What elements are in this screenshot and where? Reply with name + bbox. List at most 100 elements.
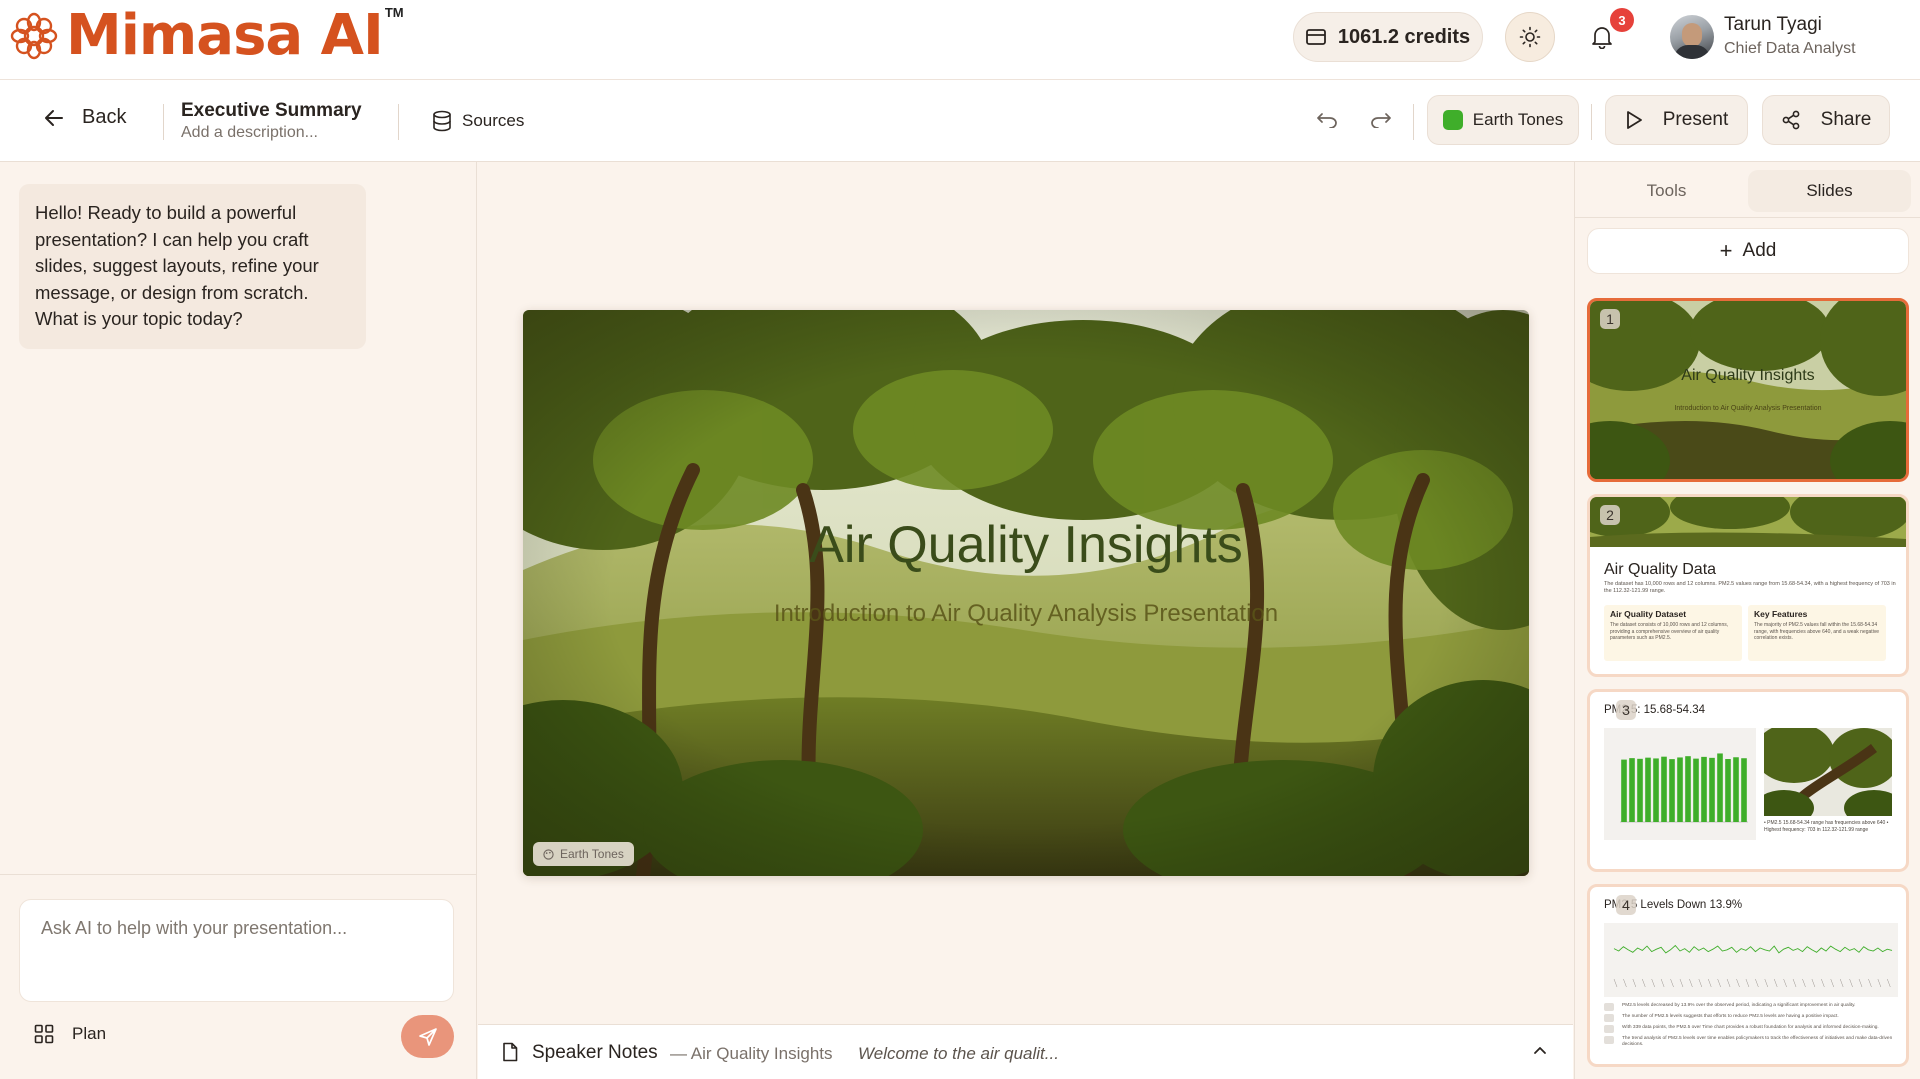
list-item: PM2.5 levels decreased by 13.9% over the… [1604, 1003, 1898, 1011]
theme-swatch-icon [1442, 110, 1463, 130]
thumb-title: Air Quality Data [1604, 561, 1717, 578]
pm25-trend-line-chart [1604, 923, 1898, 997]
main-slide[interactable]: Air Quality Insights Introduction to Air… [523, 310, 1529, 876]
theme-toggle-button[interactable] [1505, 12, 1555, 62]
toolbar-divider [163, 104, 164, 140]
add-slide-button[interactable]: + Add [1587, 228, 1909, 274]
speaker-notes-bar[interactable]: Speaker Notes — Air Quality Insights Wel… [478, 1024, 1573, 1079]
chevron-up-icon[interactable] [1532, 1042, 1548, 1058]
x-tick [1623, 978, 1627, 988]
editor-toolbar: Back Executive Summary Add a description… [0, 80, 1920, 162]
send-icon [418, 1027, 437, 1046]
thumb-text: The dataset has 10,000 rows and 12 colum… [1604, 581, 1896, 594]
x-tick [1830, 978, 1834, 988]
back-button[interactable]: Back [44, 106, 126, 129]
slide-thumbnail-3[interactable]: 3 PM2.5: 15.68-54.34 • PM2.5 15.68-54.34… [1587, 689, 1909, 872]
theme-selector-button[interactable]: Earth Tones [1427, 95, 1579, 145]
back-label: Back [82, 106, 127, 128]
slide-title[interactable]: Air Quality Insights [523, 515, 1529, 575]
chat-input[interactable]: Ask AI to help with your presentation... [19, 899, 454, 1002]
avatar[interactable] [1670, 15, 1714, 59]
credits-button[interactable]: 1061.2 credits [1293, 12, 1483, 62]
chart-bar [1733, 757, 1739, 822]
bullet-icon [1604, 1014, 1614, 1022]
bell-icon [1592, 27, 1612, 49]
redo-button[interactable] [1370, 110, 1392, 133]
credit-card-icon [1305, 29, 1326, 45]
toolbar-divider [398, 104, 399, 140]
brand-logo[interactable]: Mimasa AI TM [10, 5, 404, 66]
x-tick [1689, 978, 1693, 988]
theme-label: Earth Tones [1472, 110, 1564, 129]
chart-bar [1685, 756, 1691, 822]
slide-number: 1 [1600, 309, 1620, 329]
plan-button[interactable]: Plan [34, 1024, 106, 1044]
undo-button[interactable] [1316, 110, 1338, 133]
thumb-card-text: The dataset consists of 10,000 rows and … [1610, 622, 1729, 641]
x-tick [1755, 978, 1759, 988]
thumb-card: Air Quality Dataset The dataset consists… [1604, 605, 1742, 661]
redo-icon [1371, 113, 1391, 129]
chat-divider [0, 874, 477, 875]
tab-tools[interactable]: Tools [1585, 170, 1748, 212]
forest-image [1764, 728, 1892, 816]
document-description[interactable]: Add a description... [181, 124, 318, 142]
notification-badge: 3 [1610, 8, 1634, 32]
document-title[interactable]: Executive Summary [181, 100, 362, 122]
share-button[interactable]: Share [1762, 95, 1890, 145]
thumb-card-text: The majority of PM2.5 values fall within… [1754, 622, 1880, 641]
plan-label: Plan [72, 1024, 107, 1043]
arrow-left-icon [45, 109, 63, 126]
slide-number: 4 [1616, 895, 1636, 915]
chart-bar [1645, 757, 1651, 822]
bullet-icon [1604, 1025, 1614, 1033]
x-tick [1726, 978, 1731, 988]
toolbar-divider [1591, 104, 1592, 140]
x-tick [1802, 978, 1806, 988]
x-tick [1745, 978, 1750, 988]
sources-button[interactable]: Sources [432, 110, 524, 132]
frequency-bar-chart [1604, 728, 1756, 840]
x-tick [1651, 978, 1655, 988]
speaker-notes-label: Speaker Notes [532, 1042, 658, 1063]
sources-label: Sources [462, 111, 525, 130]
slide-subtitle[interactable]: Introduction to Air Quality Analysis Pre… [523, 600, 1529, 628]
x-tick [1792, 978, 1797, 988]
chart-bar [1653, 758, 1659, 822]
credits-value: 1061.2 credits [1337, 25, 1471, 48]
chart-bar [1741, 758, 1747, 822]
sidebar-tabs: Tools Slides [1585, 170, 1911, 212]
ai-chat-panel: Hello! Ready to build a powerful present… [0, 162, 477, 1079]
x-tick [1887, 978, 1891, 988]
send-button[interactable] [401, 1015, 454, 1058]
thumb-title: Air Quality Insights [1681, 367, 1815, 384]
x-tick [1642, 978, 1646, 988]
user-role: Chief Data Analyst [1724, 40, 1856, 57]
slide-theme-tag-label: Earth Tones [560, 847, 624, 861]
thumb-card-title: Key Features [1754, 609, 1808, 619]
slides-sidebar: Tools Slides + Add 1 Air Quality Insight… [1574, 162, 1920, 1079]
bullet-icon [1604, 1036, 1614, 1044]
bullet-icon [1604, 1003, 1614, 1011]
forest-banner-image [1590, 497, 1906, 547]
toolbar-divider [1413, 104, 1414, 140]
add-slide-label: Add [1742, 240, 1777, 261]
chart-bar [1637, 758, 1643, 822]
list-item-text: PM2.5 levels decreased by 13.9% over the… [1622, 1003, 1856, 1008]
x-tick [1679, 978, 1684, 988]
tab-slides[interactable]: Slides [1748, 170, 1911, 212]
present-button[interactable]: Present [1605, 95, 1748, 145]
x-tick [1717, 978, 1721, 988]
slide-thumbnail-1[interactable]: 1 Air Quality Insights Introduction to A… [1587, 298, 1909, 482]
thumb-subtitle: Introduction to Air Quality Analysis Pre… [1674, 405, 1822, 412]
x-tick [1660, 978, 1665, 988]
x-tick [1821, 978, 1825, 988]
speaker-notes-slide-ref: — Air Quality Insights [670, 1044, 833, 1063]
ai-message-bubble: Hello! Ready to build a powerful present… [19, 184, 366, 349]
forest-background-image [523, 310, 1529, 876]
slide-thumbnail-4[interactable]: 4 PM2.5 Levels Down 13.9% PM2.5 levels d… [1587, 884, 1909, 1067]
slide-thumbnail-2[interactable]: 2 Air Quality Data The dataset has 10,00… [1587, 494, 1909, 677]
undo-icon [1317, 113, 1337, 129]
grid-icon [34, 1024, 54, 1044]
top-header: Mimasa AI TM 1061.2 credits 3 Tarun Tyag… [0, 0, 1920, 80]
